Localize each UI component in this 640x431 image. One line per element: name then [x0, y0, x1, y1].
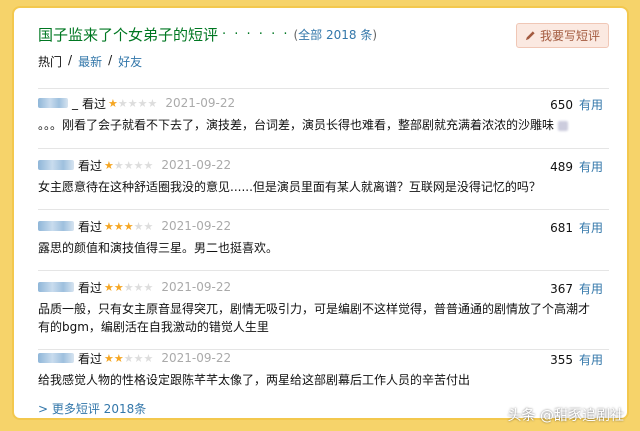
divider — [38, 148, 609, 149]
useful-count: 489 — [550, 160, 573, 174]
rating-stars: ★★★★★ — [104, 280, 154, 294]
panel-title[interactable]: 国子监来了个女弟子的短评 — [38, 24, 218, 45]
review-item: 看过 ★★★★★ 2021-09-22 355 有用 给我感觉人物的性格设定跟陈芊… — [38, 349, 609, 389]
review-count: (全部 2018 条) — [293, 26, 377, 43]
divider — [38, 88, 609, 89]
useful-button[interactable]: 有用 — [579, 282, 603, 296]
blurred-emoji — [557, 120, 568, 131]
all-reviews-link[interactable]: 全部 2018 条 — [298, 28, 372, 42]
more-reviews-link[interactable]: > 更多短评 2018条 — [38, 400, 146, 417]
review-content: 给我感觉人物的性格设定跟陈芊芊太像了，两星给这部剧幕后工作人员的辛苦付出 — [38, 373, 471, 387]
divider — [38, 209, 609, 210]
review-meta: 看过 ★★★★★ 2021-09-22 — [38, 217, 609, 235]
review-meta: 看过 ★★★★★ 2021-09-22 — [38, 278, 609, 296]
review-meta: 看过 ★★★★★ 2021-09-22 — [38, 349, 609, 367]
review-content: 。。。刚看了会子就看不下去了，演技差，台词差，演员长得也难看，整部剧就充满着浓浓… — [38, 116, 609, 134]
useful-vote: 650 有用 — [550, 96, 603, 113]
username-blurred[interactable] — [38, 353, 74, 363]
rating-stars: ★★★★★ — [108, 96, 158, 110]
rating-stars: ★★★★★ — [104, 219, 154, 233]
useful-vote: 367 有用 — [550, 280, 603, 297]
watch-status: 看过 — [78, 351, 103, 366]
username-suffix: _ — [72, 96, 78, 110]
review-date: 2021-09-22 — [161, 280, 232, 294]
review-content: 品质一般，只有女主原音显得突兀，剧情无吸引力，可是编剧不这样觉得，普普通通的剧情… — [38, 302, 591, 334]
watch-status: 看过 — [78, 280, 103, 295]
write-review-button[interactable]: 我要写短评 — [515, 23, 609, 48]
useful-button[interactable]: 有用 — [579, 221, 603, 235]
write-review-label: 我要写短评 — [539, 29, 600, 43]
watch-status: 看过 — [82, 96, 107, 111]
title-dots: · · · · · · — [222, 26, 290, 42]
username-blurred[interactable] — [38, 282, 74, 292]
review-date: 2021-09-22 — [161, 351, 232, 365]
review-content: 女主愿意待在这种舒适圈我没的意见......但是演员里面有某人就离谱？互联网是没… — [38, 180, 541, 194]
username-blurred[interactable] — [38, 221, 74, 231]
review-item: _ 看过 ★★★★★ 2021-09-22 650 有用 。。。刚看了会子就看不下… — [38, 94, 609, 134]
useful-count: 681 — [550, 221, 573, 235]
tab-latest[interactable]: 最新 — [78, 53, 102, 70]
useful-button[interactable]: 有用 — [579, 98, 603, 112]
useful-vote: 355 有用 — [550, 351, 603, 368]
pencil-icon — [525, 31, 535, 41]
review-meta: _ 看过 ★★★★★ 2021-09-22 — [38, 94, 609, 112]
count-close-paren: ) — [372, 27, 378, 42]
useful-button[interactable]: 有用 — [579, 353, 603, 367]
watch-status: 看过 — [78, 158, 103, 173]
useful-vote: 681 有用 — [550, 219, 603, 236]
review-date: 2021-09-22 — [161, 158, 232, 172]
tab-hot[interactable]: 热门 — [38, 53, 62, 70]
rating-stars: ★★★★★ — [104, 351, 154, 365]
username-blurred[interactable] — [38, 98, 68, 108]
review-content: 露思的颜值和演技值得三星。男二也挺喜欢。 — [38, 241, 279, 255]
review-date: 2021-09-22 — [161, 219, 232, 233]
sort-tabs: 热门 / 最新 / 好友 — [38, 53, 142, 70]
useful-count: 367 — [550, 282, 573, 296]
rating-stars: ★★★★★ — [104, 158, 154, 172]
review-text: 。。。刚看了会子就看不下去了，演技差，台词差，演员长得也难看，整部剧就充满着浓浓… — [38, 118, 555, 132]
useful-count: 650 — [550, 98, 573, 112]
review-date: 2021-09-22 — [165, 96, 236, 110]
short-reviews-panel: 国子监来了个女弟子的短评 · · · · · · (全部 2018 条) 我要写… — [12, 6, 629, 420]
username-blurred[interactable] — [38, 160, 74, 170]
review-meta: 看过 ★★★★★ 2021-09-22 — [38, 156, 609, 174]
tab-friends[interactable]: 好友 — [118, 53, 142, 70]
review-item: 看过 ★★★★★ 2021-09-22 489 有用 女主愿意待在这种舒适圈我没的… — [38, 156, 609, 196]
useful-count: 355 — [550, 353, 573, 367]
review-item: 看过 ★★★★★ 2021-09-22 367 有用 品质一般，只有女主原音显得突… — [38, 278, 609, 336]
tab-separator: / — [108, 53, 113, 67]
watermark-text: 头条 @甜豕追剧社 — [507, 408, 624, 424]
panel-header: 国子监来了个女弟子的短评 · · · · · · (全部 2018 条) 我要写… — [38, 20, 615, 48]
watch-status: 看过 — [78, 219, 103, 234]
useful-button[interactable]: 有用 — [579, 160, 603, 174]
useful-vote: 489 有用 — [550, 158, 603, 175]
review-item: 看过 ★★★★★ 2021-09-22 681 有用 露思的颜值和演技值得三星。男… — [38, 217, 609, 257]
tab-separator: / — [68, 53, 73, 67]
divider — [38, 270, 609, 271]
